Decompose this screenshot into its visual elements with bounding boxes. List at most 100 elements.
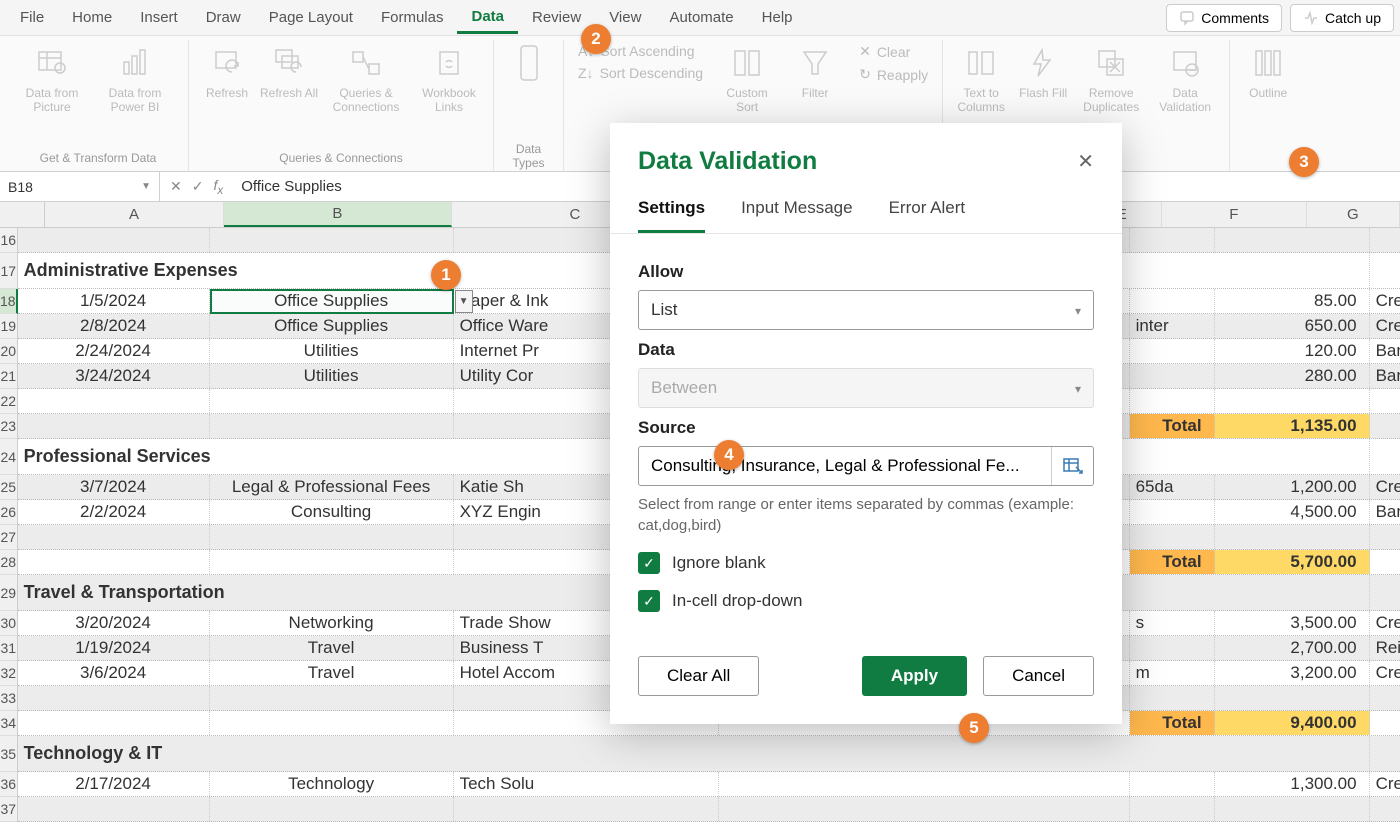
ignore-blank-checkbox[interactable]: ✓ — [638, 552, 660, 574]
cell[interactable]: Tech Solu — [454, 772, 719, 796]
row-header-28[interactable]: 28 — [0, 550, 18, 575]
data-from-powerbi-button[interactable]: Data from Power BI — [90, 40, 180, 140]
cell[interactable]: inter — [1130, 314, 1215, 338]
row-header-31[interactable]: 31 — [0, 636, 18, 661]
cell[interactable] — [719, 797, 1130, 821]
cell[interactable] — [1370, 414, 1400, 438]
menu-formulas[interactable]: Formulas — [367, 3, 458, 32]
cell[interactable]: Cred — [1370, 611, 1400, 635]
cell[interactable] — [1370, 228, 1400, 252]
range-picker-button[interactable] — [1051, 447, 1093, 485]
cell[interactable]: 650.00 — [1215, 314, 1370, 338]
cell-dropdown-handle[interactable]: ▼ — [455, 290, 473, 313]
row-header-32[interactable]: 32 — [0, 661, 18, 686]
col-header-F[interactable]: F — [1162, 202, 1307, 227]
cell[interactable]: 1/19/2024 — [18, 636, 210, 660]
cell[interactable]: Consulting — [210, 500, 454, 524]
cell[interactable]: Bank — [1370, 500, 1400, 524]
cell[interactable] — [210, 797, 454, 821]
row-header-34[interactable]: 34 — [0, 711, 18, 736]
cancel-formula-icon[interactable]: ✕ — [170, 178, 182, 195]
cell[interactable] — [18, 797, 210, 821]
cell[interactable]: 1/5/2024 — [18, 289, 210, 313]
cell[interactable] — [210, 414, 454, 438]
workbook-links-button[interactable]: Workbook Links — [413, 40, 485, 140]
cell[interactable]: 65da — [1130, 475, 1215, 499]
menu-home[interactable]: Home — [58, 3, 126, 32]
cell[interactable] — [210, 711, 454, 735]
row-header-36[interactable]: 36 — [0, 772, 18, 797]
apply-button[interactable]: Apply — [862, 656, 967, 696]
cell[interactable] — [1215, 389, 1370, 413]
cell[interactable] — [18, 686, 210, 710]
menu-data[interactable]: Data — [457, 2, 518, 34]
comments-button[interactable]: Comments — [1166, 4, 1282, 32]
data-types-button[interactable] — [502, 40, 555, 140]
cell[interactable] — [454, 797, 719, 821]
row-header-19[interactable]: 19 — [0, 314, 18, 339]
row-header-24[interactable]: 24 — [0, 439, 18, 475]
section-header[interactable]: Technology & IT — [18, 736, 1370, 771]
cell[interactable]: 3/6/2024 — [18, 661, 210, 685]
cell[interactable] — [1130, 389, 1215, 413]
cell[interactable] — [1215, 797, 1370, 821]
menu-help[interactable]: Help — [748, 3, 807, 32]
cell[interactable]: 2/8/2024 — [18, 314, 210, 338]
cell[interactable]: Cred — [1370, 475, 1400, 499]
refresh-button[interactable]: Refresh — [197, 40, 257, 140]
cell[interactable]: Cred — [1370, 772, 1400, 796]
cell[interactable] — [1370, 711, 1400, 735]
cell[interactable]: 280.00 — [1215, 364, 1370, 388]
cell[interactable]: s — [1130, 611, 1215, 635]
row-header-29[interactable]: 29 — [0, 575, 18, 611]
menu-review[interactable]: Review — [518, 3, 595, 32]
menu-file[interactable]: File — [6, 3, 58, 32]
cell[interactable]: 2/24/2024 — [18, 339, 210, 363]
cell[interactable] — [18, 414, 210, 438]
cell[interactable]: m — [1130, 661, 1215, 685]
cell[interactable]: Networking — [210, 611, 454, 635]
row-header-22[interactable]: 22 — [0, 389, 18, 414]
total-value[interactable]: 5,700.00 — [1215, 550, 1370, 574]
cell[interactable] — [18, 228, 210, 252]
cell[interactable] — [1130, 797, 1215, 821]
row-header-26[interactable]: 26 — [0, 500, 18, 525]
cell[interactable]: Utilities — [210, 364, 454, 388]
reapply-button[interactable]: ↻Reapply — [853, 63, 934, 86]
cell[interactable]: 3/7/2024 — [18, 475, 210, 499]
cell[interactable]: Bank — [1370, 339, 1400, 363]
cell[interactable] — [1370, 389, 1400, 413]
dialog-close-button[interactable]: ✕ — [1077, 149, 1094, 174]
cell[interactable]: 2/17/2024 — [18, 772, 210, 796]
row-header-25[interactable]: 25 — [0, 475, 18, 500]
cell[interactable] — [210, 686, 454, 710]
cell[interactable]: Legal & Professional Fees — [210, 475, 454, 499]
incell-dropdown-checkbox[interactable]: ✓ — [638, 590, 660, 612]
cell[interactable]: 1,200.00 — [1215, 475, 1370, 499]
cell[interactable]: Office Supplies — [210, 314, 454, 338]
cell[interactable]: Office Supplies — [210, 289, 454, 313]
cell[interactable]: Cred — [1370, 289, 1400, 313]
data-from-picture-button[interactable]: Data from Picture — [16, 40, 88, 140]
source-input[interactable] — [639, 456, 1051, 476]
cell[interactable]: 3/24/2024 — [18, 364, 210, 388]
tab-error-alert[interactable]: Error Alert — [889, 198, 966, 233]
cell[interactable] — [1215, 686, 1370, 710]
row-header-20[interactable]: 20 — [0, 339, 18, 364]
col-header-A[interactable]: A — [45, 202, 224, 227]
cell[interactable] — [210, 525, 454, 549]
cell[interactable]: 85.00 — [1215, 289, 1370, 313]
cell[interactable]: 2/2/2024 — [18, 500, 210, 524]
cell[interactable]: Reimb — [1370, 636, 1400, 660]
clear-filter-button[interactable]: ✕Clear — [853, 40, 934, 63]
queries-connections-button[interactable]: Queries & Connections — [321, 40, 411, 140]
cell[interactable]: 3,500.00 — [1215, 611, 1370, 635]
cell[interactable] — [1215, 228, 1370, 252]
row-header-16[interactable]: 16 — [0, 228, 18, 253]
row-header-23[interactable]: 23 — [0, 414, 18, 439]
outline-button[interactable]: Outline — [1238, 40, 1298, 140]
row-header-35[interactable]: 35 — [0, 736, 18, 772]
cell[interactable] — [1130, 525, 1215, 549]
menu-page-layout[interactable]: Page Layout — [255, 3, 367, 32]
cell[interactable] — [210, 228, 454, 252]
